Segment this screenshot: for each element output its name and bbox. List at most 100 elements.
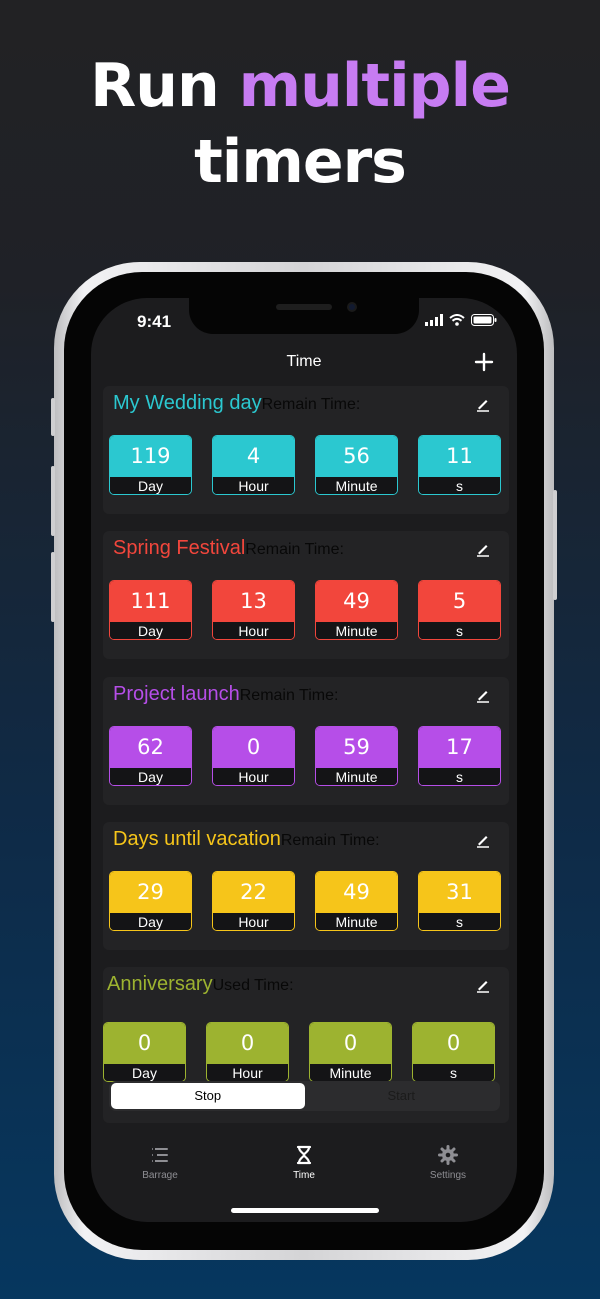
speaker: [276, 304, 332, 310]
countdown-unit: Minute: [316, 477, 397, 494]
timer-card[interactable]: Spring Festival Remain Time: 111 Day 13 Hour 4…: [103, 531, 509, 659]
tab-label: Time: [293, 1170, 315, 1181]
tab-label: Settings: [429, 1170, 467, 1181]
card-header: Anniversary Used Time:: [107, 973, 294, 996]
tab-label: Barrage: [142, 1170, 178, 1181]
countdown-box: 0 Hour: [212, 726, 295, 786]
countdown-box: 5s: [418, 580, 501, 640]
timer-name: Spring Festival: [113, 537, 246, 559]
countdown-box: 31 s: [418, 871, 501, 931]
countdown-value: 0: [310, 1023, 391, 1064]
tab-barrage[interactable]: Barrage: [110, 1144, 210, 1181]
card-header: Spring Festival Remain Time:: [113, 537, 344, 560]
countdown-box: 0 Minute: [309, 1022, 392, 1082]
countdown-box: 56 Minute: [315, 435, 398, 495]
edit-icon[interactable]: [475, 541, 491, 557]
notch: [189, 298, 419, 334]
status-time: 9:41: [137, 312, 172, 331]
countdown-unit: Hour: [213, 768, 294, 785]
countdown-value: 0: [207, 1023, 288, 1064]
phone-screen: 9:41 Time My Wedding day Remain Time: 119 D…: [91, 298, 517, 1222]
countdown-value: 56: [316, 436, 397, 477]
side-button: [51, 466, 55, 536]
status-icons: [425, 314, 497, 326]
timer-name: Days until vacation: [113, 828, 281, 850]
countdown-box: 11 s: [418, 435, 501, 495]
countdown-unit: Hour: [213, 913, 294, 930]
countdown-value: 0: [213, 727, 294, 768]
countdown-value: 29: [110, 872, 191, 913]
camera: [347, 302, 357, 312]
countdown-value: 59: [316, 727, 397, 768]
side-button: [51, 398, 55, 436]
headline-text: Run: [90, 51, 239, 121]
countdown-box: 49 Minute: [315, 871, 398, 931]
countdown-value: 11: [419, 436, 500, 477]
countdown-unit: Minute: [316, 622, 397, 639]
list-icon: [152, 1148, 168, 1162]
countdown-boxes: 119 Day 4 Hour 56 Minute 11 s: [109, 435, 501, 495]
stop-start-toggle[interactable]: Stop Start: [109, 1081, 500, 1111]
side-button: [553, 490, 557, 600]
stop-button[interactable]: Stop: [111, 1083, 305, 1109]
wifi-icon: [449, 314, 465, 326]
countdown-boxes: 62 Day 0 Hour 59 Minute 17 s: [109, 726, 501, 786]
countdown-unit: s: [419, 913, 500, 930]
edit-icon[interactable]: [475, 396, 491, 412]
countdown-unit: Hour: [207, 1064, 288, 1081]
countdown-value: 31: [419, 872, 500, 913]
countdown-unit: Day: [110, 768, 191, 785]
timer-mode-label: Remain Time:: [245, 541, 344, 558]
timer-mode-label: Remain Time:: [261, 396, 361, 413]
countdown-box: 0 Day: [103, 1022, 186, 1082]
countdown-box: 111 Day: [109, 580, 192, 640]
timer-name: Anniversary: [107, 973, 213, 995]
tab-bar: Barrage Time Settings: [91, 1144, 517, 1196]
countdown-box: 119 Day: [109, 435, 192, 495]
countdown-unit: s: [419, 622, 500, 639]
timer-mode-label: Remain Time:: [239, 687, 339, 704]
add-icon[interactable]: [473, 351, 495, 373]
headline-line-1: Run multiple: [0, 48, 600, 124]
countdown-box: 59 Minute: [315, 726, 398, 786]
timer-card[interactable]: Project launch Remain Time: 62 Day 0 Hour 59 Mi…: [103, 677, 509, 805]
start-button[interactable]: Start: [305, 1083, 499, 1109]
countdown-value: 49: [316, 872, 397, 913]
countdown-box: 0 Hour: [206, 1022, 289, 1082]
countdown-unit: Hour: [213, 622, 294, 639]
headline-accent: multiple: [238, 51, 511, 121]
countdown-unit: Minute: [316, 768, 397, 785]
countdown-unit: Minute: [310, 1064, 391, 1081]
countdown-value: 0: [104, 1023, 185, 1064]
countdown-value: 22: [213, 872, 294, 913]
countdown-box: 17 s: [418, 726, 501, 786]
countdown-value: 119: [110, 436, 191, 477]
countdown-unit: s: [419, 768, 500, 785]
edit-icon[interactable]: [475, 977, 491, 993]
countdown-box: 62 Day: [109, 726, 192, 786]
countdown-value: 17: [419, 727, 500, 768]
gear-icon: [438, 1145, 458, 1165]
tab-time[interactable]: Time: [254, 1144, 354, 1181]
countdown-boxes: 0 Day 0 Hour 0 Minute 0 s: [103, 1022, 495, 1082]
countdown-box: 49 Minute: [315, 580, 398, 640]
countdown-value: 0: [413, 1023, 494, 1064]
tab-settings[interactable]: Settings: [398, 1144, 498, 1181]
countdown-box: 0s: [412, 1022, 495, 1082]
timer-card[interactable]: My Wedding day Remain Time: 119 Day 4 Hour 56 M…: [103, 386, 509, 514]
countdown-box: 4 Hour: [212, 435, 295, 495]
countdown-box: 29 Day: [109, 871, 192, 931]
countdown-value: 62: [110, 727, 191, 768]
edit-icon[interactable]: [475, 832, 491, 848]
countdown-unit: Minute: [316, 913, 397, 930]
countdown-value: 13: [213, 581, 294, 622]
countdown-unit: Hour: [213, 477, 294, 494]
side-button: [51, 552, 55, 622]
hourglass-icon: [296, 1145, 312, 1165]
card-header: Days until vacation Remain Time:: [113, 828, 380, 851]
edit-icon[interactable]: [475, 687, 491, 703]
headline-line-2: timers: [194, 127, 407, 197]
timer-name: Project launch: [113, 683, 240, 705]
timer-card[interactable]: Days until vacation Remain Time: 29 Day 22 Ho…: [103, 822, 509, 950]
countdown-value: 49: [316, 581, 397, 622]
